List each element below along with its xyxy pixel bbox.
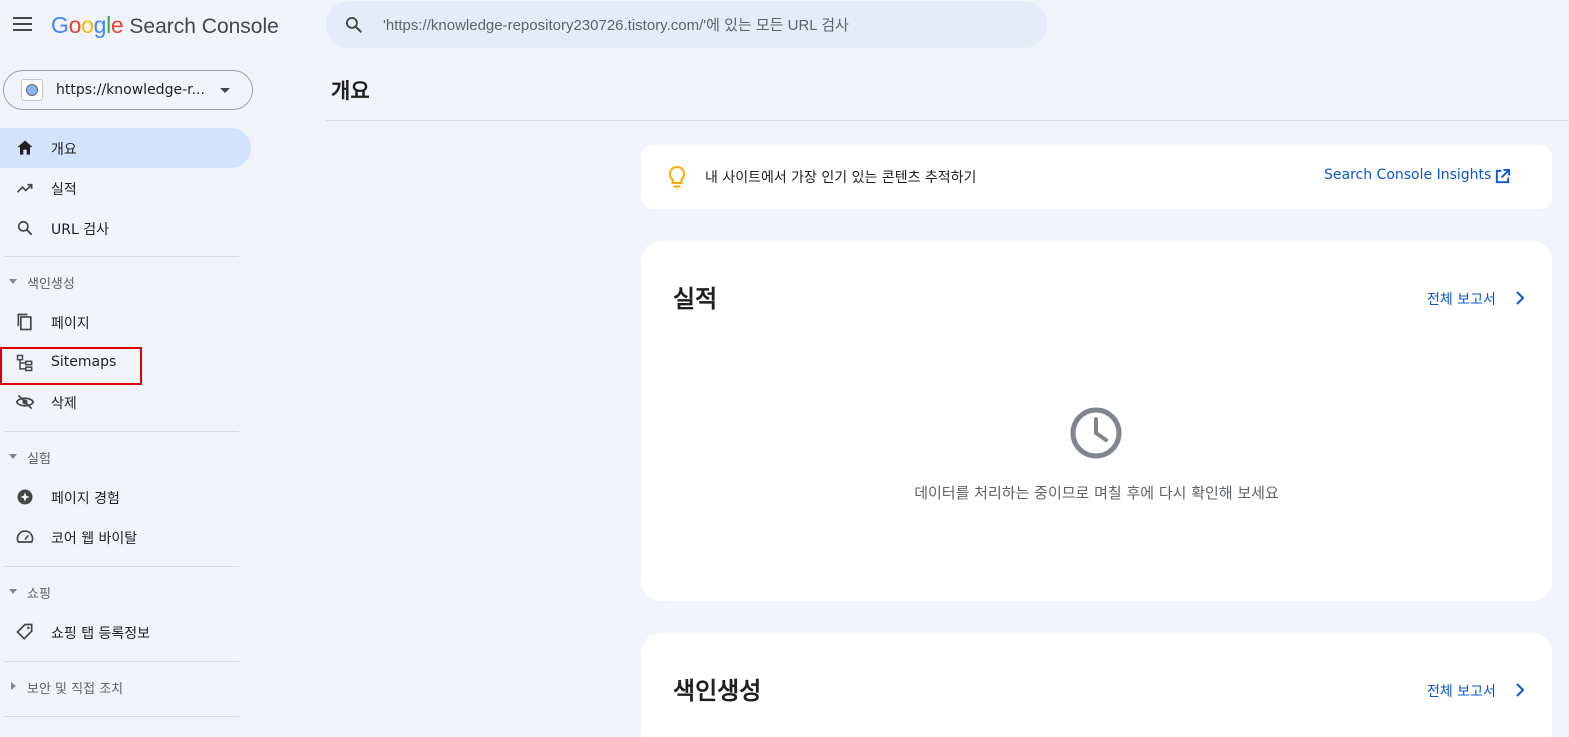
divider [326,120,1569,121]
sidebar-item-label: 개요 [51,142,77,158]
section-security-manual-actions[interactable]: 보안 및 직접 조치 [0,675,240,699]
pages-icon [17,313,32,331]
section-experience[interactable]: 실험 [0,445,240,469]
sidebar-item-label: Sitemaps [51,354,117,370]
caret-down-icon [9,454,17,459]
insights-banner-text: 내 사이트에서 가장 인기 있는 콘텐츠 추적하기 [705,170,977,186]
sidebar-item-page-experience[interactable]: 페이지 경험 [0,477,251,517]
page-title: 개요 [331,79,370,103]
open-in-new-icon[interactable] [1494,168,1511,185]
full-report-link[interactable]: 전체 보고서 [1427,289,1496,309]
product-name: Search Console [129,15,279,38]
sidebar-item-label: 코어 웹 바이탈 [51,531,138,547]
sidebar-item-label: 쇼핑 탭 등록정보 [51,626,151,642]
section-label: 보안 및 직접 조치 [27,682,124,697]
url-inspection-search[interactable] [326,1,1047,48]
search-icon [346,17,362,33]
sidebar-item-performance[interactable]: 실적 [0,168,251,208]
section-label: 실험 [27,452,51,467]
sidebar-item-core-web-vitals[interactable]: 코어 웹 바이탈 [0,517,251,557]
search-console-insights-link[interactable]: Search Console Insights [1324,167,1491,183]
divider [4,661,239,662]
sidebar-item-overview[interactable]: 개요 [0,128,251,168]
logo-letter: G [51,12,69,38]
chevron-down-icon [220,88,230,93]
search-input[interactable] [383,11,1023,39]
tag-icon [16,623,33,640]
eye-off-icon [15,394,35,410]
star-circle-icon [17,489,33,505]
section-label: 색인생성 [27,277,75,292]
sidebar-item-label: 페이지 경험 [51,491,120,507]
lightbulb-icon [668,165,686,188]
caret-down-icon [9,279,17,284]
indexing-card: 색인생성 전체 보고서 [641,633,1552,737]
logo-letter: o [68,12,82,38]
sidebar-item-removals[interactable]: 삭제 [0,382,251,422]
divider [4,566,239,567]
sidebar-item-label: 삭제 [51,396,77,412]
sidebar-item-shopping-tab-listings[interactable]: 쇼핑 탭 등록정보 [0,612,251,652]
trending-up-icon [16,183,33,193]
logo-letter: e [110,12,124,38]
processing-data-message: 데이터를 처리하는 중이므로 며칠 후에 다시 확인해 보세요 [914,484,1279,502]
insights-banner: 내 사이트에서 가장 인기 있는 콘텐츠 추적하기 Search Console… [641,145,1552,209]
hamburger-menu-icon[interactable] [12,14,34,34]
sidebar-item-pages[interactable]: 페이지 [0,302,251,342]
property-selector[interactable]: https://knowledge-r... [3,70,253,110]
sidebar-item-label: URL 검사 [51,222,109,238]
property-label: https://knowledge-r... [56,82,205,98]
sidebar-item-sitemaps[interactable]: Sitemaps [0,343,251,383]
speedometer-icon [16,530,34,543]
google-wordmark: Google [51,12,124,39]
divider [4,256,239,257]
home-icon [17,140,33,155]
section-indexing[interactable]: 색인생성 [0,270,240,294]
performance-card: 실적 전체 보고서 데이터를 처리하는 중이므로 며칠 후에 다시 확인해 보세… [641,241,1552,601]
top-bar: Google Search Console [0,0,1569,50]
sitemap-icon [16,354,33,372]
clock-icon [1070,407,1122,459]
sidebar-item-url-inspection[interactable]: URL 검사 [0,208,251,248]
card-title: 색인생성 [673,677,762,705]
chevron-right-icon[interactable] [1513,681,1527,699]
search-console-logo[interactable]: Google Search Console [51,12,279,40]
chevron-right-icon[interactable] [1513,289,1527,307]
divider [4,716,239,717]
caret-down-icon [9,589,17,594]
card-title: 실적 [673,285,718,313]
divider [4,431,239,432]
logo-letter: g [93,12,107,38]
sidebar-item-label: 실적 [51,182,77,198]
full-report-link[interactable]: 전체 보고서 [1427,681,1496,701]
globe-icon [21,79,43,101]
sidebar-item-label: 페이지 [51,316,90,332]
section-shopping[interactable]: 쇼핑 [0,580,240,604]
search-icon [17,220,33,236]
section-label: 쇼핑 [27,587,51,602]
logo-letter: o [81,12,94,38]
caret-right-icon [11,682,16,690]
